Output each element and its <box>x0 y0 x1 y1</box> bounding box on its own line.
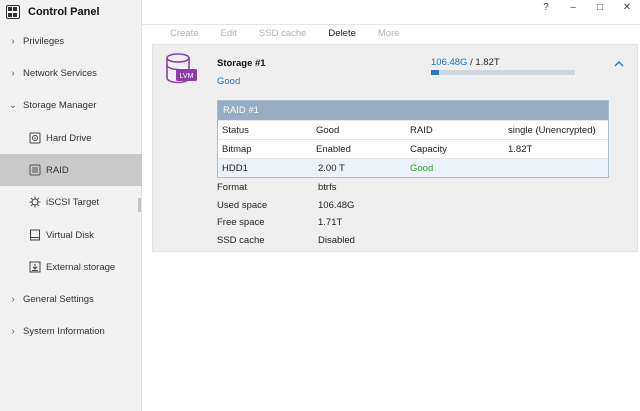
control-panel-window: Control Panel › Privileges › Network Ser… <box>0 0 640 411</box>
storage-usage-text: 106.48G / 1.82T <box>431 57 500 68</box>
raid-cell: single (Unencrypted) <box>508 124 596 136</box>
sidebar-item-label: Virtual Disk <box>46 229 94 241</box>
sidebar-item-general-settings[interactable]: › General Settings <box>0 283 142 315</box>
info-row: Free space 1.71T <box>217 214 355 232</box>
edit-button[interactable]: Edit <box>221 28 237 39</box>
sidebar-item-system-information[interactable]: › System Information <box>0 315 142 347</box>
maximize-button[interactable]: □ <box>595 2 605 13</box>
sidebar-item-label: iSCSI Target <box>46 196 100 208</box>
help-button[interactable]: ? <box>541 2 551 13</box>
sidebar-item-external-storage[interactable]: External storage <box>0 251 142 283</box>
info-key: SSD cache <box>217 234 265 246</box>
sidebar-item-network-services[interactable]: › Network Services <box>0 57 142 89</box>
raid-table: RAID #1 Status Good RAID single (Unencry… <box>217 100 609 178</box>
sidebar-item-hard-drive[interactable]: Hard Drive <box>0 122 142 154</box>
control-panel-icon <box>6 5 20 19</box>
ssd-cache-button[interactable]: SSD cache <box>259 28 307 39</box>
usage-bar <box>431 70 575 75</box>
delete-button[interactable]: Delete <box>328 28 355 39</box>
sidebar-item-label: Hard Drive <box>46 132 92 144</box>
sidebar-item-label: Storage Manager <box>23 99 97 111</box>
raid-icon <box>29 164 41 176</box>
hdd-size: 2.00 T <box>318 162 345 174</box>
sidebar: Control Panel › Privileges › Network Ser… <box>0 0 142 411</box>
create-button[interactable]: Create <box>170 28 199 39</box>
hdd-name: HDD1 <box>222 162 248 174</box>
sidebar-item-virtual-disk[interactable]: Virtual Disk <box>0 219 142 251</box>
lvm-storage-icon: LVM <box>166 53 197 84</box>
virtual-disk-icon <box>29 229 41 241</box>
info-key: Free space <box>217 217 265 229</box>
lvm-label: LVM <box>180 73 194 80</box>
raid-cell: Good <box>316 124 340 136</box>
info-row: Used space 106.48G <box>217 197 355 215</box>
storage-panel[interactable]: LVM Storage #1 Good 106.48G / 1.82T RAID… <box>152 44 638 252</box>
sidebar-item-label: General Settings <box>23 293 94 305</box>
chevron-up-icon[interactable] <box>613 59 625 69</box>
storage-status: Good <box>217 76 241 87</box>
more-button[interactable]: More <box>378 28 400 39</box>
hdd-status: Good <box>410 162 434 174</box>
sidebar-item-raid[interactable]: RAID <box>0 154 142 186</box>
sidebar-header: Control Panel <box>0 0 141 24</box>
info-row: SSD cache Disabled <box>217 232 355 250</box>
sidebar-item-label: System Information <box>23 325 105 337</box>
sidebar-item-label: RAID <box>46 164 69 176</box>
hard-drive-icon <box>29 132 41 144</box>
raid-cell: 1.82T <box>508 143 533 155</box>
table-row: Status Good RAID single (Unencrypted) <box>218 120 608 139</box>
sidebar-item-privileges[interactable]: › Privileges <box>0 25 142 57</box>
raid-title: RAID #1 <box>218 101 608 120</box>
info-row: Format btrfs <box>217 179 355 197</box>
raid-cell: Capacity <box>410 143 447 155</box>
info-key: Used space <box>217 199 268 211</box>
sidebar-item-label: Network Services <box>23 67 97 79</box>
storage-info: Format btrfs Used space 106.48G Free spa… <box>217 179 355 249</box>
table-row: Bitmap Enabled Capacity 1.82T <box>218 139 608 158</box>
raid-cell: Bitmap <box>222 143 252 155</box>
usage-bar-fill <box>431 70 440 75</box>
iscsi-icon <box>29 196 41 208</box>
info-value: 106.48G <box>318 199 355 211</box>
toolbar: Create Edit SSD cache Delete More <box>170 28 422 39</box>
sidebar-item-storage-manager[interactable]: ⌄ Storage Manager <box>0 89 142 121</box>
info-value: 1.71T <box>318 217 343 229</box>
close-button[interactable]: ✕ <box>622 2 632 13</box>
storage-name: Storage #1 <box>217 58 266 69</box>
raid-cell: Enabled <box>316 143 351 155</box>
window-controls: ? – □ ✕ <box>541 0 632 14</box>
raid-cell: RAID <box>410 124 433 136</box>
hdd-row[interactable]: HDD1 2.00 T Good <box>218 158 608 177</box>
external-storage-icon <box>29 261 41 273</box>
app-title: Control Panel <box>28 6 100 18</box>
chevron-down-icon: ⌄ <box>8 99 18 111</box>
sidebar-item-label: Privileges <box>23 35 65 47</box>
raid-cell: Status <box>222 124 249 136</box>
sidebar-item-label: External storage <box>46 261 116 273</box>
chevron-right-icon: › <box>11 325 15 337</box>
minimize-button[interactable]: – <box>568 2 578 13</box>
used-capacity: 106.48G <box>431 57 468 68</box>
chevron-right-icon: › <box>11 293 15 305</box>
toolbar-divider <box>142 24 640 25</box>
sidebar-item-iscsi-target[interactable]: iSCSI Target <box>0 186 142 218</box>
chevron-right-icon: › <box>11 35 15 47</box>
chevron-right-icon: › <box>11 67 15 79</box>
info-value: btrfs <box>318 182 337 194</box>
total-capacity: 1.82T <box>475 57 500 68</box>
info-value: Disabled <box>318 234 355 246</box>
info-key: Format <box>217 182 248 194</box>
sidebar-resize-handle[interactable] <box>138 198 141 212</box>
